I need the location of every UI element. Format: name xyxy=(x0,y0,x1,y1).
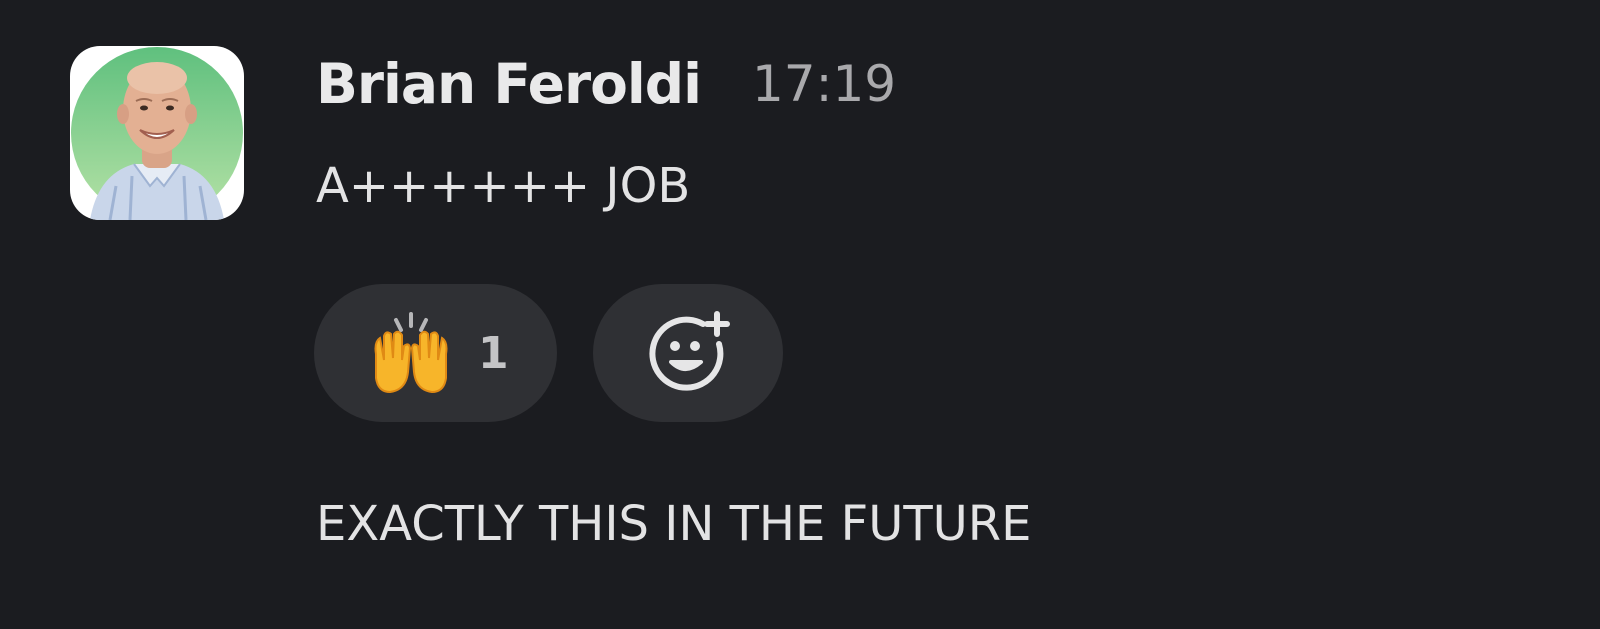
message-timestamp[interactable]: 17:19 xyxy=(752,54,896,114)
add-reaction-button[interactable] xyxy=(593,284,783,422)
raising-hands-emoji-icon xyxy=(374,312,448,394)
message-author[interactable]: Brian Feroldi xyxy=(316,52,702,116)
reaction-pill[interactable]: 1 xyxy=(314,284,557,422)
message-item: Brian Feroldi 17:19 A++++++ JOB 1 EXACTL… xyxy=(0,0,1600,629)
avatar-photo-icon xyxy=(71,47,243,220)
message-text-line: A++++++ JOB xyxy=(316,158,691,214)
add-reaction-smiley-icon xyxy=(649,311,730,391)
reaction-count: 1 xyxy=(478,327,509,379)
message-text-line: EXACTLY THIS IN THE FUTURE xyxy=(316,496,1032,552)
user-avatar[interactable] xyxy=(70,46,244,220)
